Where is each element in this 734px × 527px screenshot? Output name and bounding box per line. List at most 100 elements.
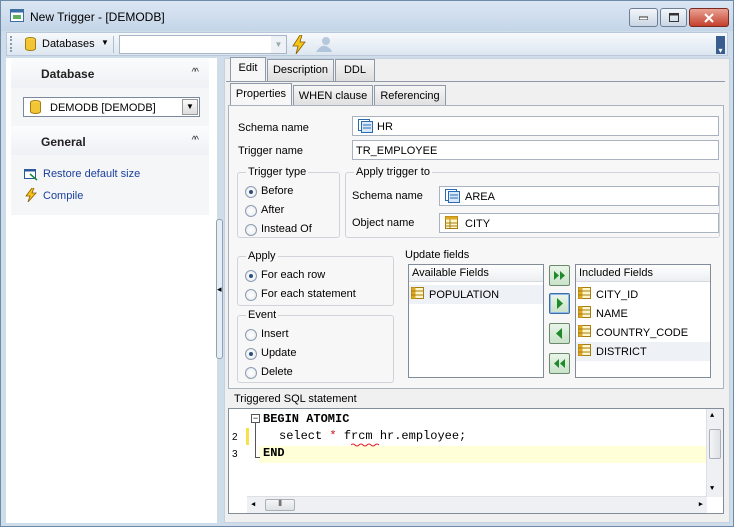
scroll-left-icon[interactable]: ◀ xyxy=(251,500,255,509)
maximize-icon xyxy=(668,13,679,22)
column-icon xyxy=(411,287,424,299)
available-fields-header: Available Fields xyxy=(409,265,543,282)
add-all-fields-button[interactable] xyxy=(549,265,570,286)
radio-before[interactable] xyxy=(245,186,257,198)
column-icon xyxy=(578,325,591,337)
compile-link[interactable]: Compile xyxy=(43,190,83,202)
schema-name-value: HR xyxy=(377,121,393,133)
sql-editor[interactable]: − 2 3 BEGIN ATOMIC select * frcm hr.empl… xyxy=(228,408,724,514)
database-icon xyxy=(30,100,41,114)
apply-schema-field[interactable]: AREA xyxy=(439,186,719,206)
remove-field-button[interactable] xyxy=(549,323,570,344)
database-section-header[interactable]: Database ^^ xyxy=(11,58,209,88)
included-field-name: DISTRICT xyxy=(596,346,647,358)
tab-when-clause[interactable]: WHEN clause xyxy=(293,85,373,107)
schema-name-label: Schema name xyxy=(238,122,309,134)
code-line-begin: BEGIN ATOMIC xyxy=(263,412,350,426)
toolbar-separator xyxy=(113,36,114,53)
chevron-down-icon[interactable]: ▼ xyxy=(101,38,109,47)
radio-for-each-statement-label[interactable]: For each statement xyxy=(261,288,356,300)
drop-object-icon[interactable] xyxy=(314,36,334,53)
modified-line-marker xyxy=(246,428,249,445)
radio-instead-of-label[interactable]: Instead Of xyxy=(261,223,312,235)
list-item[interactable]: NAME xyxy=(576,304,710,323)
list-item[interactable]: COUNTRY_CODE xyxy=(576,323,710,342)
scroll-up-icon[interactable]: ▲ xyxy=(710,412,714,420)
line-number: 2 xyxy=(232,432,238,443)
tab-ddl[interactable]: DDL xyxy=(335,59,375,81)
available-fields-list[interactable]: Available Fields POPULATION xyxy=(408,264,544,378)
included-field-name: NAME xyxy=(596,308,628,320)
radio-delete-label[interactable]: Delete xyxy=(261,366,293,378)
collapse-left-icon[interactable]: ◂ xyxy=(217,284,222,295)
radio-for-each-row-label[interactable]: For each row xyxy=(261,269,325,281)
restore-size-icon xyxy=(24,169,38,181)
sql-statement-label: Triggered SQL statement xyxy=(234,393,357,405)
code-line-select: select * frcm hr.employee; xyxy=(279,429,467,443)
object-name-value: CITY xyxy=(465,218,491,230)
database-section-title: Database xyxy=(41,67,95,81)
fold-minus-icon[interactable]: − xyxy=(251,414,260,423)
toolbar-overflow-button[interactable]: ▾ xyxy=(716,36,725,55)
collapse-icon[interactable]: ^^ xyxy=(192,67,200,78)
minimize-button[interactable] xyxy=(629,8,658,27)
scroll-thumb[interactable] xyxy=(709,429,721,459)
title-bar: New Trigger - [DEMODB] xyxy=(1,1,733,31)
included-fields-list[interactable]: Included Fields CITY_ID NAME COUNTRY_COD… xyxy=(575,264,711,378)
trigger-type-title: Trigger type xyxy=(246,166,309,178)
radio-update-label[interactable]: Update xyxy=(261,347,296,359)
list-item[interactable]: POPULATION xyxy=(409,285,543,304)
radio-update[interactable] xyxy=(245,348,257,360)
new-trigger-window: New Trigger - [DEMODB] Databases ▼ ▼ ▾ D… xyxy=(0,0,734,527)
included-fields-header: Included Fields xyxy=(576,265,710,282)
list-item[interactable]: DISTRICT xyxy=(576,342,710,361)
radio-after[interactable] xyxy=(245,205,257,217)
toolbar-grip[interactable] xyxy=(10,36,13,52)
apply-title: Apply xyxy=(246,250,278,262)
navigation-panel: Database ^^ DEMODB [DEMODB] ▼ General ^^… xyxy=(6,58,217,523)
included-field-name: COUNTRY_CODE xyxy=(596,327,689,339)
radio-insert[interactable] xyxy=(245,329,257,341)
schema-name-field[interactable]: HR xyxy=(352,116,719,136)
window-title: New Trigger - [DEMODB] xyxy=(30,10,165,24)
close-button[interactable] xyxy=(689,8,729,27)
object-name-field[interactable]: CITY xyxy=(439,213,719,233)
restore-default-size-link[interactable]: Restore default size xyxy=(43,168,140,180)
tab-edit[interactable]: Edit xyxy=(230,57,266,81)
chevron-down-icon[interactable]: ▼ xyxy=(271,36,286,53)
radio-instead-of[interactable] xyxy=(245,224,257,236)
radio-for-each-row[interactable] xyxy=(245,270,257,282)
chevron-down-icon[interactable]: ▼ xyxy=(182,99,198,115)
radio-after-label[interactable]: After xyxy=(261,204,284,216)
update-fields-label: Update fields xyxy=(405,249,470,261)
radio-delete[interactable] xyxy=(245,367,257,379)
line-number: 3 xyxy=(232,449,238,460)
apply-schema-label: Schema name xyxy=(352,190,423,202)
editor-vertical-scrollbar[interactable]: ▲ ▼ xyxy=(706,409,723,497)
general-section-title: General xyxy=(41,135,86,149)
remove-all-fields-button[interactable] xyxy=(549,353,570,374)
scroll-thumb[interactable]: ⫴ xyxy=(265,499,295,511)
tab-description[interactable]: Description xyxy=(267,59,334,81)
spelling-error-underline xyxy=(351,443,380,447)
database-select[interactable]: DEMODB [DEMODB] ▼ xyxy=(23,97,200,117)
database-combo[interactable]: ▼ xyxy=(119,35,287,54)
trigger-name-value: TR_EMPLOYEE xyxy=(356,145,438,157)
tab-referencing[interactable]: Referencing xyxy=(374,85,446,107)
list-item[interactable]: CITY_ID xyxy=(576,285,710,304)
scroll-right-icon[interactable]: ▶ xyxy=(699,500,703,509)
tab-properties[interactable]: Properties xyxy=(230,83,292,107)
collapse-icon[interactable]: ^^ xyxy=(192,135,200,146)
editor-horizontal-scrollbar[interactable]: ◀ ⫴ ▶ xyxy=(247,496,707,513)
radio-insert-label[interactable]: Insert xyxy=(261,328,289,340)
maximize-button[interactable] xyxy=(660,8,687,27)
databases-menu-button[interactable]: Databases xyxy=(42,38,95,50)
scroll-down-icon[interactable]: ▼ xyxy=(710,485,714,493)
radio-before-label[interactable]: Before xyxy=(261,185,293,197)
general-section-header[interactable]: General ^^ xyxy=(11,126,209,156)
add-field-button[interactable] xyxy=(549,293,570,314)
radio-for-each-statement[interactable] xyxy=(245,289,257,301)
fold-line-end xyxy=(255,457,260,458)
compile-bolt-icon[interactable] xyxy=(292,35,306,54)
trigger-name-input[interactable]: TR_EMPLOYEE xyxy=(352,140,719,160)
